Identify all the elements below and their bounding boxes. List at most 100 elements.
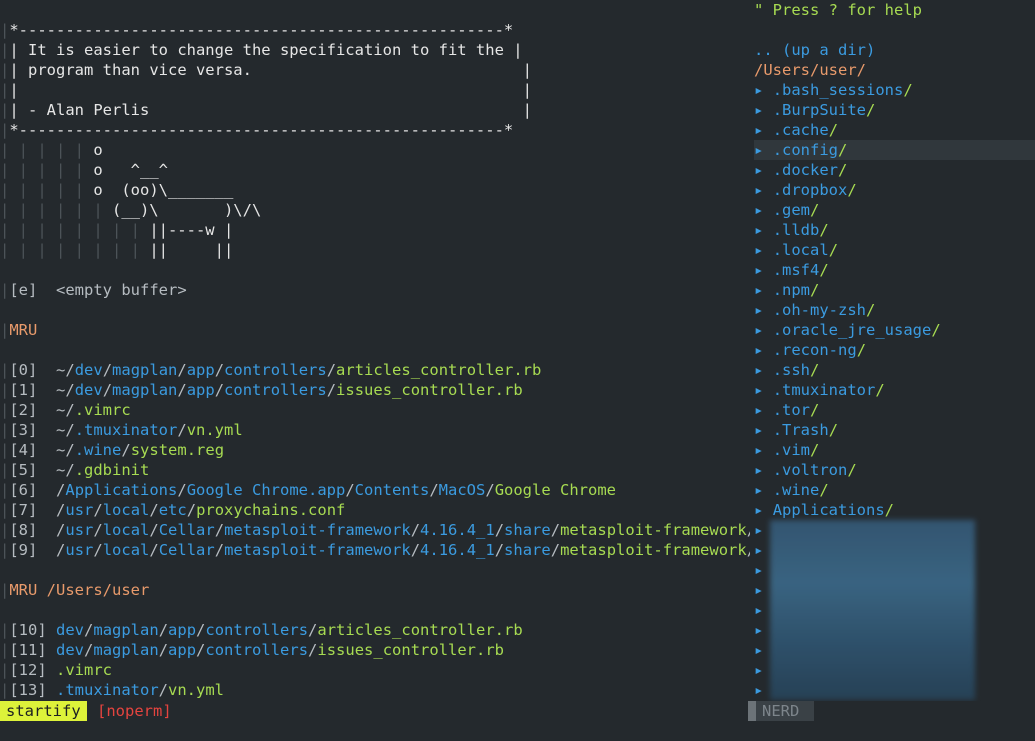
nerdtree-dir-node[interactable]: ▸ .gem/ [754,200,1035,220]
cow-art-line: | | | | | o (oo)\_______ [0,180,233,200]
mru-dir-file-entry[interactable]: |[10] dev/magplan/app/controllers/articl… [0,620,523,640]
nerdtree-dir-node[interactable]: ▸ .voltron/ [754,460,1035,480]
mru-key: [13] [9,681,47,699]
path-segment: .vimrc [74,401,131,419]
mru-file-entry[interactable]: |[4] ~/.wine/system.reg [0,440,224,460]
path-segment: / [93,541,103,559]
dir-name: .Trash [772,421,829,439]
chevron-right-icon: ▸ [754,481,764,499]
nerdtree-dir-node[interactable]: ▸ .ssh/ [754,360,1035,380]
mru-dir-file-entry[interactable]: |[13] .tmuxinator/vn.yml [0,680,224,700]
path-segment: controllers [205,641,309,659]
nerdtree-dir-node[interactable]: ▸ .dropbox/ [754,180,1035,200]
mru-file-entry[interactable]: |[0] ~/dev/magplan/app/controllers/artic… [0,360,541,380]
dir-slash: / [828,121,839,139]
mru-file-entry[interactable]: |[5] ~/.gdbinit [0,460,149,480]
nerdtree-dir-node[interactable]: ▸ Applications/ [754,500,1035,520]
mru-file-entry[interactable]: |[9] /usr/local/Cellar/metasploit-framew… [0,540,750,560]
nerdtree-dir-node[interactable]: ▸ .cache/ [754,120,1035,140]
nerdtree-dir-node[interactable]: ▸ .config/ [754,140,1035,160]
path-segment: / [149,521,159,539]
nerdtree-up-dir[interactable]: .. (up a dir) [754,40,1035,60]
mru-dir-file-entry[interactable]: |[11] dev/magplan/app/controllers/issues… [0,640,504,660]
path-segment: ~/ [56,381,75,399]
path-segment: usr [65,521,94,539]
nerdtree-dir-node[interactable]: ▸ .local/ [754,240,1035,260]
mru-key: [8] [9,521,38,539]
mru-file-entry[interactable]: |[2] ~/.vimrc [0,400,131,420]
nerdtree-dir-node[interactable]: ▸ .tmuxinator/ [754,380,1035,400]
mru-file-entry[interactable]: |[6] /Applications/Google Chrome.app/Con… [0,480,616,500]
quote-text: *---------------------------------------… [9,21,514,39]
mru-key: [12] [9,661,47,679]
mru-file-entry[interactable]: |[3] ~/.tmuxinator/vn.yml [0,420,243,440]
path-segment: local [102,501,150,519]
dir-slash: / [810,201,820,219]
statusline-nerd-separator [748,701,756,721]
nerdtree-dir-node[interactable]: ▸ .docker/ [754,160,1035,180]
indent-guide: | | | | | [0,161,94,179]
chevron-right-icon: ▸ [754,561,764,579]
path-segment: .wine [74,441,122,459]
mru-key: [2] [9,401,38,419]
path-segment: .gdbinit [74,461,150,479]
path-segment: 4.16.4_1 [420,521,495,539]
statusline-mode: startify [0,701,87,721]
nerdtree-dir-node[interactable]: ▸ .oracle_jre_usage/ [754,320,1035,340]
dir-slash: / [903,81,913,99]
mru-file-entry[interactable]: |[7] /usr/local/etc/proxychains.conf [0,500,345,520]
nerdtree-dir-node[interactable]: ▸ .tor/ [754,400,1035,420]
dir-name: .msf4 [772,261,820,279]
dir-name: .oracle_jre_usage [772,321,932,339]
path-segment: ~/ [56,361,75,379]
nerdtree-dir-node[interactable]: ▸ .recon-ng/ [754,340,1035,360]
indent-guide: | [0,521,10,539]
nerdtree-dir-node[interactable]: ▸ .msf4/ [754,260,1035,280]
indent-guide: | [0,321,10,339]
mru-key: [4] [9,441,38,459]
dir-slash: / [810,281,820,299]
path-segment: ~/ [56,421,75,439]
path-segment: app [186,381,215,399]
nerdtree-dir-node[interactable]: ▸ .BurpSuite/ [754,100,1035,120]
nerdtree-dir-node[interactable]: ▸ .lldb/ [754,220,1035,240]
indent-guide: | [0,381,10,399]
nerdtree-dir-node[interactable]: ▸ .Trash/ [754,420,1035,440]
mru-dir-file-entry[interactable]: |[12] .vimrc [0,660,112,680]
mru-file-entry[interactable]: |[1] ~/dev/magplan/app/controllers/issue… [0,380,523,400]
chevron-right-icon: ▸ [754,261,764,279]
statusline-noperm-flag: [noperm] [97,702,172,720]
path-segment: Applications [65,481,178,499]
path-segment: / [56,541,66,559]
path-segment: / [177,481,187,499]
path-segment: local [102,541,150,559]
path-segment: local [102,521,150,539]
nerdtree-dir-node[interactable]: ▸ .oh-my-zsh/ [754,300,1035,320]
path-segment: / [214,521,225,539]
mru-file-entry[interactable]: |[8] /usr/local/Cellar/metasploit-framew… [0,520,750,540]
startify-pane[interactable]: | *--------------------------------------… [0,0,750,701]
cow-art-line: | | | | | o [0,140,103,160]
help-text: " Press ? for help [754,1,922,19]
empty-buffer-entry[interactable]: |[e] <empty buffer> [0,280,187,300]
path-segment: / [56,481,66,499]
chevron-right-icon: ▸ [754,601,764,619]
nerdtree-dir-node[interactable]: ▸ .bash_sessions/ [754,80,1035,100]
path-segment: / [177,361,187,379]
nerdtree-dir-node[interactable]: ▸ .vim/ [754,440,1035,460]
indent-guide: | [0,361,10,379]
cow-art-text: (__)\ )\/\ [111,201,262,219]
nerdtree-dir-node[interactable]: ▸ .npm/ [754,280,1035,300]
indent-guide: | [0,121,10,139]
path-segment: app [168,641,197,659]
path-segment: / [345,481,355,499]
quote-line: |*--------------------------------------… [0,20,513,40]
dir-name: .ssh [772,361,811,379]
nerdtree-dir-node[interactable]: ▸ .wine/ [754,480,1035,500]
path-segment: dev [74,361,103,379]
